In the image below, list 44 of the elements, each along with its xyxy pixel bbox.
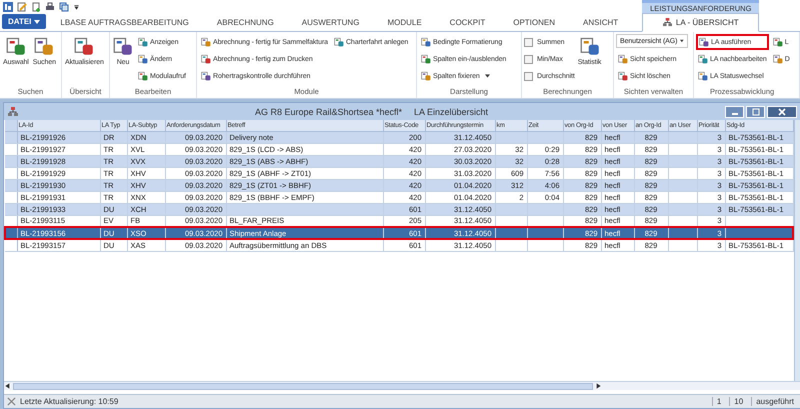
ribbon-tab[interactable]: AUSWERTUNG [288, 14, 374, 31]
caret-icon [680, 39, 684, 43]
ribbon-tab[interactable]: MODULE [373, 14, 436, 31]
checkbox[interactable] [524, 72, 533, 80]
minimize-button[interactable] [725, 106, 744, 118]
file-menu-button[interactable]: DATEI [2, 14, 46, 29]
horizontal-scrollbar[interactable] [4, 381, 800, 390]
status-panel: 1 [712, 397, 726, 406]
maximize-icon [752, 108, 760, 116]
ribbon-tab[interactable]: OPTIONEN [499, 14, 570, 31]
document-icon [580, 36, 600, 56]
app-icon[interactable] [3, 2, 13, 12]
document-icon [6, 36, 26, 56]
caret-icon [484, 74, 490, 78]
document-icon [34, 36, 54, 56]
checkbox[interactable] [524, 54, 533, 64]
close-icon [778, 108, 786, 116]
printer-icon[interactable] [45, 2, 55, 12]
document-icon [113, 36, 133, 56]
ribbon-tab[interactable]: ABRECHNUNG [202, 14, 288, 31]
ribbon-tab[interactable]: ANSICHT [569, 14, 632, 31]
scroll-left-icon[interactable] [4, 382, 12, 390]
windows-icon[interactable] [59, 2, 69, 12]
scroll-right-icon[interactable] [594, 382, 602, 390]
ribbon-tab[interactable]: LA - ÜBERSICHT [642, 13, 760, 32]
close-button[interactable] [767, 106, 797, 118]
status-text: Letzte Aktualisierung: 10:59 [20, 397, 118, 406]
status-panel: ausgeführt [751, 397, 798, 406]
close-icon[interactable] [7, 397, 16, 406]
scrollbar-thumb[interactable] [13, 382, 593, 390]
new-document-icon[interactable] [31, 2, 41, 12]
ribbon-tab[interactable]: LBASE AUFTRAGSBEARBEITUNG [46, 14, 203, 31]
window-subtitle: LA Einzelübersicht [413, 106, 488, 116]
maximize-button[interactable] [746, 106, 765, 118]
window-title: AG R8 Europe Rail&Shortsea *hecfl* [254, 106, 402, 116]
ribbon-tab[interactable]: COCKPIT [436, 14, 500, 31]
caret-icon [34, 20, 40, 24]
document-icon [74, 36, 94, 56]
network-icon [662, 18, 672, 27]
network-icon [8, 106, 18, 116]
status-panel: 10 [729, 397, 748, 406]
edit-icon[interactable] [17, 2, 27, 12]
vertical-scrollbar[interactable] [794, 120, 800, 381]
checkbox[interactable] [524, 38, 533, 46]
